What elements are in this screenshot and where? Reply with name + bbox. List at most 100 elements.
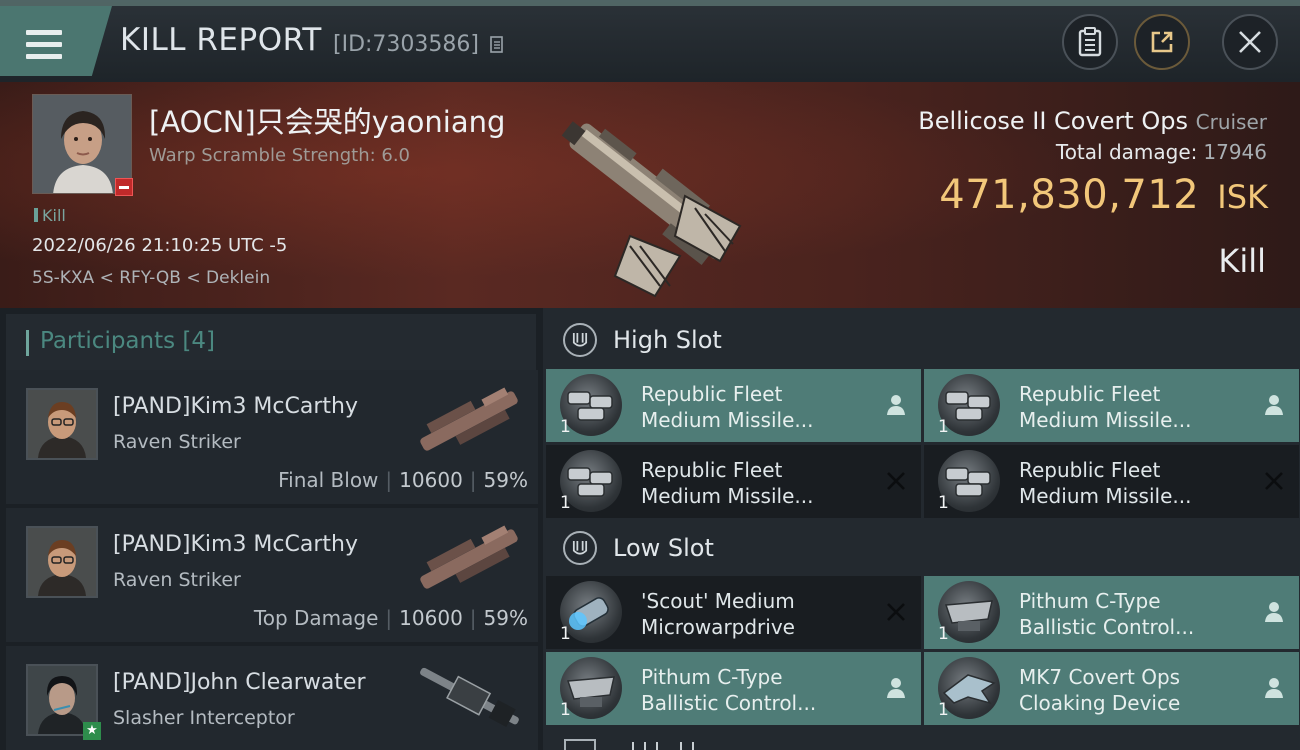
destroyed-x-icon (887, 472, 905, 490)
pilot-avatar-image (28, 390, 96, 458)
menu-icon (26, 30, 62, 60)
module-name-line1: 'Scout' Medium (641, 589, 795, 613)
module-name: Pithum C-Type Ballistic Control... (1019, 588, 1239, 640)
fitted-person-icon (1265, 602, 1283, 622)
module-item[interactable]: 1 'Scout' Medium Microwarpdrive (546, 576, 921, 649)
low-slot-title: Low Slot (613, 534, 714, 562)
victim-ship-name[interactable]: Bellicose II Covert Ops Cruiser (918, 107, 1267, 135)
page-title: KILL REPORT (120, 22, 322, 58)
module-name-line1: Pithum C-Type (641, 665, 783, 689)
close-icon (1239, 31, 1261, 53)
participant-row[interactable]: ★ [PAND]John Clearwater Slasher Intercep… (6, 646, 538, 750)
module-quantity: 1 (560, 624, 571, 644)
module-name-line2: Microwarpdrive (641, 615, 795, 639)
high-slot-title: High Slot (613, 326, 722, 354)
participants-panel: Participants [4] [PAND]Kim3 McCarthy Rav… (0, 308, 543, 750)
isk-unit: ISK (1217, 178, 1268, 216)
clipboard-button[interactable] (1062, 14, 1118, 70)
pilot-name[interactable]: [PAND]Kim3 McCarthy (113, 394, 358, 419)
module-item[interactable]: 1 Pithum C-Type Ballistic Control... (546, 652, 921, 725)
blow-label: Final Blow (278, 468, 379, 492)
pilot-ship-image (420, 667, 519, 728)
total-damage-value: 17946 (1203, 140, 1267, 164)
pilot-avatar[interactable] (26, 526, 98, 598)
pilot-damage-percent: 59% (483, 468, 528, 492)
pilot-damage: 10600 (399, 606, 463, 630)
module-item[interactable]: 1 Republic Fleet Medium Missile... (546, 369, 921, 442)
module-item[interactable]: 1 Pithum C-Type Ballistic Control... (924, 576, 1299, 649)
pilot-damage-percent: 59% (483, 606, 528, 630)
close-button[interactable] (1222, 14, 1278, 70)
share-icon (1151, 31, 1173, 53)
module-name-line1: Republic Fleet (641, 382, 783, 406)
menu-button[interactable] (0, 6, 112, 76)
module-name-line2: Medium Missile... (641, 408, 814, 432)
participants-title-text: Participants (40, 328, 176, 354)
victim-ship-image[interactable] (535, 86, 765, 301)
warp-scramble-strength: Warp Scramble Strength: 6.0 (149, 145, 411, 166)
module-quantity: 1 (938, 700, 949, 720)
ship-name-text: Bellicose II Covert Ops (918, 107, 1188, 135)
module-item[interactable]: 1 Republic Fleet Medium Missile... (546, 445, 921, 518)
module-name: Republic Fleet Medium Missile... (1019, 381, 1239, 433)
module-item[interactable]: 1 Republic Fleet Medium Missile... (924, 445, 1299, 518)
participants-count: [4] (182, 328, 216, 354)
kill-id: [ID:7303586] (333, 32, 479, 57)
pilot-stats: Final Blow | 10600 | 59% (278, 468, 528, 492)
fitted-person-icon (1265, 678, 1283, 698)
share-button[interactable] (1134, 14, 1190, 70)
participants-title: Participants [4] (40, 328, 215, 354)
kill-tag: Kill (34, 206, 66, 225)
pilot-avatar[interactable] (26, 388, 98, 460)
participant-row[interactable]: [PAND]Kim3 McCarthy Raven Striker Final … (6, 370, 538, 504)
pilot-name[interactable]: [PAND]John Clearwater (113, 670, 366, 695)
kill-location[interactable]: 5S-KXA < RFY-QB < Deklein (32, 268, 270, 288)
fitted-person-icon (887, 395, 905, 415)
module-name-line1: Republic Fleet (641, 458, 783, 482)
module-name-line2: Medium Missile... (1019, 484, 1192, 508)
pilot-avatar-image (28, 528, 96, 596)
hostile-badge (115, 178, 133, 196)
module-quantity: 1 (938, 493, 949, 513)
copy-icon[interactable] (489, 35, 505, 55)
victim-banner: [AOCN]只会哭的yaoniang Warp Scramble Strengt… (0, 82, 1300, 308)
module-name-line1: MK7 Covert Ops (1019, 665, 1181, 689)
module-name: Republic Fleet Medium Missile... (1019, 457, 1239, 509)
destroyed-x-icon (1265, 472, 1283, 490)
module-item[interactable]: 1 MK7 Covert Ops Cloaking Device (924, 652, 1299, 725)
mid-slot-icon (564, 739, 694, 750)
module-name: 'Scout' Medium Microwarpdrive (641, 588, 861, 640)
ship-class: Cruiser (1195, 110, 1267, 134)
kill-datetime: 2022/06/26 21:10:25 UTC -5 (32, 235, 288, 256)
participant-row[interactable]: [PAND]Kim3 McCarthy Raven Striker Top Da… (6, 508, 538, 642)
module-name-line1: Republic Fleet (1019, 382, 1161, 406)
module-name-line2: Cloaking Device (1019, 691, 1181, 715)
low-slot-header[interactable]: Low Slot (543, 518, 1300, 578)
result-label: Kill (1218, 242, 1266, 280)
low-slot-icon (563, 531, 597, 565)
kill-tag-label: Kill (42, 206, 66, 225)
isk-value: 471,830,712 ISK (939, 172, 1268, 218)
pilot-ship-image (420, 525, 518, 589)
module-name-line2: Ballistic Control... (1019, 615, 1195, 639)
pilot-ship[interactable]: Slasher Interceptor (113, 707, 295, 729)
top-damage-label: Top Damage (253, 606, 379, 630)
fittings-panel: High Slot 1 Republic Fleet Medium Missile… (543, 308, 1300, 750)
pilot-name[interactable]: [PAND]Kim3 McCarthy (113, 532, 358, 557)
module-name-line1: Pithum C-Type (1019, 589, 1161, 613)
pilot-ship[interactable]: Raven Striker (113, 569, 241, 591)
module-quantity: 1 (938, 624, 949, 644)
clipboard-icon (1078, 27, 1102, 57)
pilot-damage: 10600 (399, 468, 463, 492)
module-name: Republic Fleet Medium Missile... (641, 381, 861, 433)
star-icon: ★ (83, 722, 101, 740)
module-item[interactable]: 1 Republic Fleet Medium Missile... (924, 369, 1299, 442)
victim-name[interactable]: [AOCN]只会哭的yaoniang (149, 99, 505, 141)
high-slot-header[interactable]: High Slot (543, 310, 1300, 370)
pilot-ship[interactable]: Raven Striker (113, 431, 241, 453)
pilot-ship-image (420, 387, 518, 451)
participants-header[interactable]: Participants [4] (6, 314, 536, 370)
top-bar: KILL REPORT [ID:7303586] (0, 0, 1300, 82)
module-name-line1: Republic Fleet (1019, 458, 1161, 482)
fitted-person-icon (1265, 395, 1283, 415)
